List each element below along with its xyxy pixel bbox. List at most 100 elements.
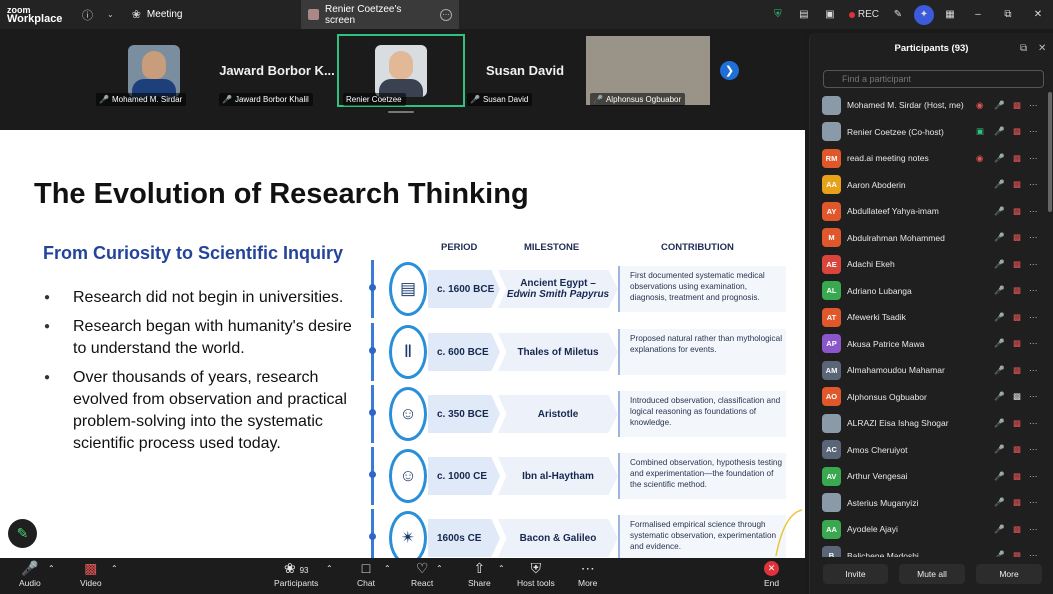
participant-more-icon[interactable]: ⋯ (1029, 285, 1039, 296)
participant-row[interactable]: B Balichene Madoshi 🎤 ▩ ⋯ (810, 543, 1048, 557)
camera-off-icon[interactable]: ▩ (1013, 365, 1021, 376)
camera-off-icon[interactable]: ▩ (1013, 285, 1021, 296)
camera-off-icon[interactable]: ▩ (1013, 153, 1021, 164)
video-tile[interactable]: 🎤 Mohamed M. Sirdar (92, 36, 216, 106)
audio-options-caret-icon[interactable]: ⌃ (48, 564, 55, 573)
camera-off-icon[interactable]: ▩ (1013, 471, 1021, 482)
apps-icon[interactable]: ▦ (937, 9, 963, 20)
mic-muted-icon[interactable]: 🎤 (994, 285, 1005, 296)
mic-muted-icon[interactable]: 🎤 (994, 259, 1005, 270)
camera-off-icon[interactable]: ▩ (1013, 550, 1021, 557)
end-meeting-button[interactable]: ✕ End (764, 560, 779, 588)
video-tile-active-speaker[interactable]: Renier Coetzee (337, 34, 465, 107)
participant-more-icon[interactable]: ⋯ (1029, 179, 1039, 190)
mic-muted-icon[interactable]: 🎤 (994, 206, 1005, 217)
recording-indicator[interactable]: REC (843, 9, 885, 20)
participant-more-icon[interactable]: ⋯ (1029, 259, 1039, 270)
mic-muted-icon[interactable]: 🎤 (994, 179, 1005, 190)
invite-button[interactable]: Invite (823, 564, 888, 584)
participant-more-icon[interactable]: ⋯ (1029, 126, 1039, 137)
participant-row[interactable]: M Abdulrahman Mohammed 🎤 ▩ ⋯ (810, 225, 1048, 251)
participant-more-icon[interactable]: ⋯ (1029, 524, 1039, 535)
capture-icon[interactable]: ▣ (817, 9, 843, 20)
participant-row[interactable]: AT Afewerki Tsadik 🎤 ▩ ⋯ (810, 304, 1048, 330)
security-shield-icon[interactable]: ⛨ (765, 9, 791, 20)
participant-more-icon[interactable]: ⋯ (1029, 471, 1039, 482)
camera-off-icon[interactable]: ▩ (1013, 179, 1021, 190)
participant-list-scrollbar[interactable] (1048, 92, 1052, 557)
camera-off-icon[interactable]: ▩ (1013, 418, 1021, 429)
chat-options-caret-icon[interactable]: ⌃ (384, 564, 391, 573)
participant-more-icon[interactable]: ⋯ (1029, 418, 1039, 429)
annotate-icon[interactable]: ✎ (885, 9, 911, 20)
participants-button[interactable]: ❀ 93 Participants (274, 560, 318, 588)
mic-muted-icon[interactable]: 🎤 (994, 391, 1005, 402)
participant-more-icon[interactable]: ⋯ (1029, 100, 1039, 111)
participant-more-icon[interactable]: ⋯ (1029, 550, 1039, 557)
camera-off-icon[interactable]: ▩ (1013, 338, 1021, 349)
chevron-down-icon[interactable]: ⌄ (107, 10, 114, 19)
participant-more-icon[interactable]: ⋯ (1029, 391, 1039, 402)
participant-row[interactable]: ALRAZI Eisa Ishag Shogar 🎤 ▩ ⋯ (810, 410, 1048, 436)
mic-muted-icon[interactable]: 🎤 (994, 232, 1005, 243)
mic-muted-icon[interactable]: 🎤 (994, 497, 1005, 508)
more-button[interactable]: ⋯ More (578, 560, 597, 588)
participant-more-icon[interactable]: ⋯ (1029, 232, 1039, 243)
share-options-caret-icon[interactable]: ⌃ (498, 564, 505, 573)
mute-all-button[interactable]: Mute all (899, 564, 965, 584)
camera-off-icon[interactable]: ▩ (1013, 312, 1021, 323)
react-options-caret-icon[interactable]: ⌃ (436, 564, 443, 573)
camera-off-icon[interactable]: ▩ (1013, 444, 1021, 455)
next-page-arrow-icon[interactable]: ❯ (720, 61, 739, 80)
camera-off-icon[interactable]: ▩ (1013, 126, 1021, 137)
notes-icon[interactable]: ▤ (791, 9, 817, 20)
close-panel-icon[interactable]: ✕ (1038, 43, 1046, 54)
minimize-icon[interactable]: – (963, 9, 993, 20)
mic-icon[interactable]: 🎤 (994, 126, 1005, 137)
react-button[interactable]: ♡ React (411, 560, 433, 588)
camera-off-icon[interactable]: ▩ (1013, 206, 1021, 217)
camera-off-icon[interactable]: ▩ (1013, 232, 1021, 243)
chat-button[interactable]: □ Chat (357, 560, 375, 588)
participant-search-input[interactable] (823, 70, 1044, 88)
participant-row[interactable]: AP Akusa Patrice Mawa 🎤 ▩ ⋯ (810, 331, 1048, 357)
camera-off-icon[interactable]: ▩ (1013, 259, 1021, 270)
participant-row[interactable]: Mohamed M. Sirdar (Host, me) ◉ 🎤 ▩ ⋯ (810, 92, 1048, 118)
video-tile[interactable]: Susan David 🎤 Susan David (463, 36, 587, 106)
ai-companion-icon[interactable]: ✦ (914, 4, 934, 25)
participant-row[interactable]: AY Abdullateef Yahya-imam 🎤 ▩ ⋯ (810, 198, 1048, 224)
mic-muted-icon[interactable]: 🎤 (994, 100, 1005, 111)
participant-more-icon[interactable]: ⋯ (1029, 444, 1039, 455)
annotation-pen-icon[interactable]: ✎ (8, 519, 37, 548)
host-tools-button[interactable]: ⛨ Host tools (517, 560, 555, 588)
participant-row[interactable]: AO Alphonsus Ogbuabor 🎤 ▩ ⋯ (810, 384, 1048, 410)
participant-more-icon[interactable]: ⋯ (1029, 497, 1039, 508)
close-icon[interactable]: ✕ (1023, 9, 1053, 20)
pop-out-icon[interactable]: ⧉ (1020, 43, 1027, 54)
participant-row[interactable]: Asterius Muganyizi 🎤 ▩ ⋯ (810, 490, 1048, 516)
camera-off-icon[interactable]: ▩ (1013, 497, 1021, 508)
video-tile[interactable]: Jaward Borbor K... 🎤 Jaward Borbor Khalil (215, 36, 339, 106)
video-options-caret-icon[interactable]: ⌃ (111, 564, 118, 573)
mic-muted-icon[interactable]: 🎤 (994, 524, 1005, 535)
camera-off-icon[interactable]: ▩ (1013, 524, 1021, 535)
participant-row[interactable]: AM Almahamoudou Mahamar 🎤 ▩ ⋯ (810, 357, 1048, 383)
participant-more-icon[interactable]: ⋯ (1029, 206, 1039, 217)
more-options-icon[interactable]: ⋯ (440, 8, 452, 21)
mic-muted-icon[interactable]: 🎤 (994, 365, 1005, 376)
shared-screen-tab[interactable]: Renier Coetzee's screen ⋯ (301, 0, 459, 29)
video-tile[interactable]: 🎤 Alphonsus Ogbuabor (586, 36, 710, 106)
participant-row[interactable]: AA Ayodele Ajayi 🎤 ▩ ⋯ (810, 516, 1048, 542)
info-icon[interactable]: ⓘ (82, 7, 93, 23)
participant-row[interactable]: AA Aaron Aboderin 🎤 ▩ ⋯ (810, 172, 1048, 198)
participant-more-icon[interactable]: ⋯ (1029, 365, 1039, 376)
mic-muted-icon[interactable]: 🎤 (994, 338, 1005, 349)
participant-row[interactable]: AE Adachi Ekeh 🎤 ▩ ⋯ (810, 251, 1048, 277)
meeting-tab[interactable]: ❀ Meeting (132, 8, 183, 21)
participants-options-caret-icon[interactable]: ⌃ (326, 564, 333, 573)
participant-more-icon[interactable]: ⋯ (1029, 312, 1039, 323)
mic-icon[interactable]: 🎤 (994, 153, 1005, 164)
restore-icon[interactable]: ⧉ (993, 9, 1023, 20)
camera-off-icon[interactable]: ▩ (1013, 100, 1021, 111)
participant-more-icon[interactable]: ⋯ (1029, 153, 1039, 164)
